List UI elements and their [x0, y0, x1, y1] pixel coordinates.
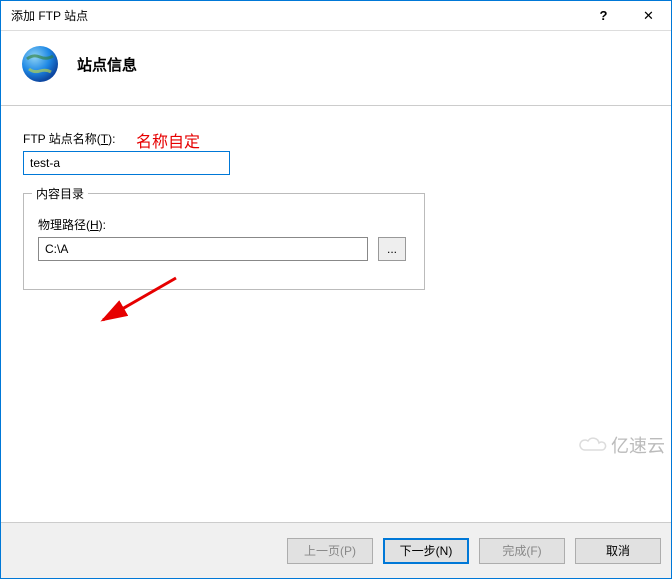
cancel-button[interactable]: 取消: [575, 538, 661, 564]
cloud-icon: [577, 435, 607, 455]
finish-button: 完成(F): [479, 538, 565, 564]
watermark: 亿速云: [577, 432, 665, 458]
content-directory-legend: 内容目录: [32, 185, 88, 202]
previous-button: 上一页(P): [287, 538, 373, 564]
titlebar-buttons: ? ✕: [581, 1, 671, 31]
next-button[interactable]: 下一步(N): [383, 538, 469, 564]
annotation-text: 名称自定: [136, 128, 200, 152]
physical-path-row: ...: [38, 237, 410, 261]
titlebar: 添加 FTP 站点 ? ✕: [1, 1, 671, 31]
help-button[interactable]: ?: [581, 1, 626, 31]
watermark-text: 亿速云: [611, 432, 665, 458]
close-button[interactable]: ✕: [626, 1, 671, 31]
window-title: 添加 FTP 站点: [1, 7, 581, 24]
wizard-footer: 上一页(P) 下一步(N) 完成(F) 取消: [1, 522, 671, 578]
physical-path-input[interactable]: [38, 237, 368, 261]
site-name-input[interactable]: [23, 151, 230, 175]
physical-path-label: 物理路径(H):: [38, 216, 410, 233]
add-ftp-site-dialog: 添加 FTP 站点 ? ✕ 站点信息 名称自定: [0, 0, 672, 579]
dialog-content: 名称自定 FTP 站点名称(T): 内容目录 物理路径(H): ...: [1, 106, 671, 522]
site-name-label: FTP 站点名称(T):: [23, 130, 649, 147]
browse-button[interactable]: ...: [378, 237, 406, 261]
content-directory-group: 内容目录 物理路径(H): ...: [23, 193, 425, 290]
dialog-header: 站点信息: [1, 31, 671, 106]
page-title: 站点信息: [77, 54, 137, 75]
globe-icon: [19, 43, 61, 85]
